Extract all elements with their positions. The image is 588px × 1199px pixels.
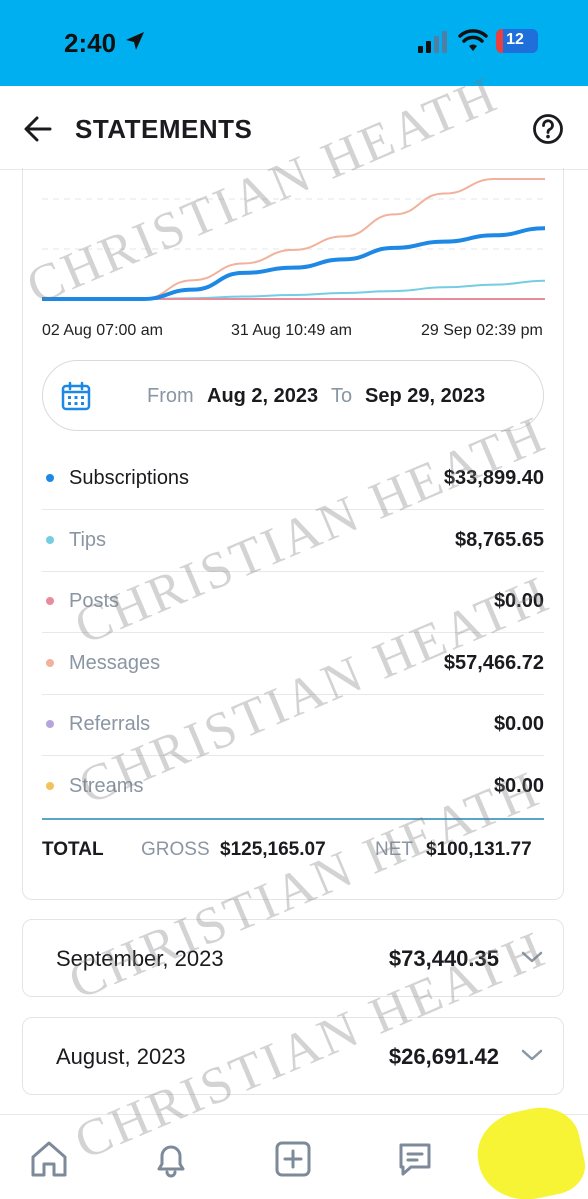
end-date[interactable]: Sep 29, 2023 [365, 385, 485, 408]
status-bar: 2:40 12 [0, 0, 588, 86]
month-row-august[interactable]: August, 2023 $26,691.42 [22, 1017, 564, 1095]
earnings-line-chart [42, 178, 545, 301]
total-label: TOTAL [42, 839, 104, 860]
category-label: Tips [69, 529, 107, 551]
category-label: Subscriptions [69, 467, 190, 489]
battery-indicator: 12 [496, 29, 538, 53]
calendar-icon [61, 381, 91, 411]
category-row-tips[interactable]: Tips $8,765.65 [42, 511, 544, 572]
gross-value: $125,165.07 [220, 839, 326, 860]
arrow-left-icon[interactable] [22, 114, 54, 144]
month-amount: $26,691.42 [388, 1044, 499, 1069]
category-amount: $0.00 [493, 775, 544, 797]
start-date[interactable]: Aug 2, 2023 [207, 385, 318, 408]
category-label: Streams [69, 775, 144, 797]
series-line-subscriptions [42, 226, 545, 301]
legend-dot [46, 536, 54, 544]
series-line-tips [42, 279, 545, 300]
x-tick-label: 29 Sep 02:39 pm [421, 322, 543, 339]
gross-label: GROSS [141, 839, 210, 860]
to-label: To [331, 385, 353, 407]
cellular-signal-icon [418, 31, 447, 53]
legend-dot [46, 659, 54, 667]
x-tick-label: 31 Aug 10:49 am [231, 322, 352, 339]
chevron-down-icon[interactable] [521, 1048, 543, 1062]
status-time: 2:40 [64, 28, 117, 58]
plus-square-icon[interactable] [271, 1137, 315, 1181]
from-label: From [147, 385, 194, 407]
legend-dot [46, 474, 54, 482]
category-row-messages[interactable]: Messages $57,466.72 [42, 634, 544, 695]
month-amount: $73,440.35 [388, 946, 499, 971]
battery-level: 12 [506, 31, 524, 48]
category-amount: $8,765.65 [455, 529, 544, 551]
app-header: STATEMENTS [0, 86, 588, 170]
category-label: Messages [69, 652, 161, 674]
page-title: STATEMENTS [75, 114, 253, 144]
category-row-posts[interactable]: Posts $0.00 [42, 572, 544, 633]
location-arrow-icon [126, 32, 144, 50]
category-amount: $33,899.40 [443, 467, 544, 489]
bell-icon[interactable] [149, 1137, 193, 1181]
category-label: Referrals [69, 713, 151, 735]
category-amount: $0.00 [493, 590, 544, 612]
chat-icon[interactable] [393, 1137, 437, 1181]
category-row-streams[interactable]: Streams $0.00 [42, 757, 544, 818]
category-label: Posts [69, 590, 120, 612]
category-row-subscriptions[interactable]: Subscriptions $33,899.40 [42, 449, 544, 510]
category-row-referrals[interactable]: Referrals $0.00 [42, 695, 544, 756]
category-amount: $0.00 [493, 713, 544, 735]
question-circle-icon[interactable] [532, 113, 564, 145]
month-name: August, 2023 [56, 1044, 186, 1069]
net-value: $100,131.77 [426, 839, 532, 860]
home-icon[interactable] [27, 1137, 71, 1181]
month-row-september[interactable]: September, 2023 $73,440.35 [22, 919, 564, 997]
category-amount: $57,466.72 [443, 652, 544, 674]
month-name: September, 2023 [56, 946, 224, 971]
legend-dot [46, 597, 54, 605]
date-range-picker[interactable]: From Aug 2, 2023 To Sep 29, 2023 [42, 360, 544, 431]
x-tick-label: 02 Aug 07:00 am [42, 322, 163, 339]
total-divider [42, 818, 544, 820]
wifi-icon [458, 29, 488, 51]
legend-dot [46, 720, 54, 728]
legend-dot [46, 782, 54, 790]
net-label: NET [375, 839, 413, 860]
chevron-down-icon[interactable] [521, 950, 543, 964]
